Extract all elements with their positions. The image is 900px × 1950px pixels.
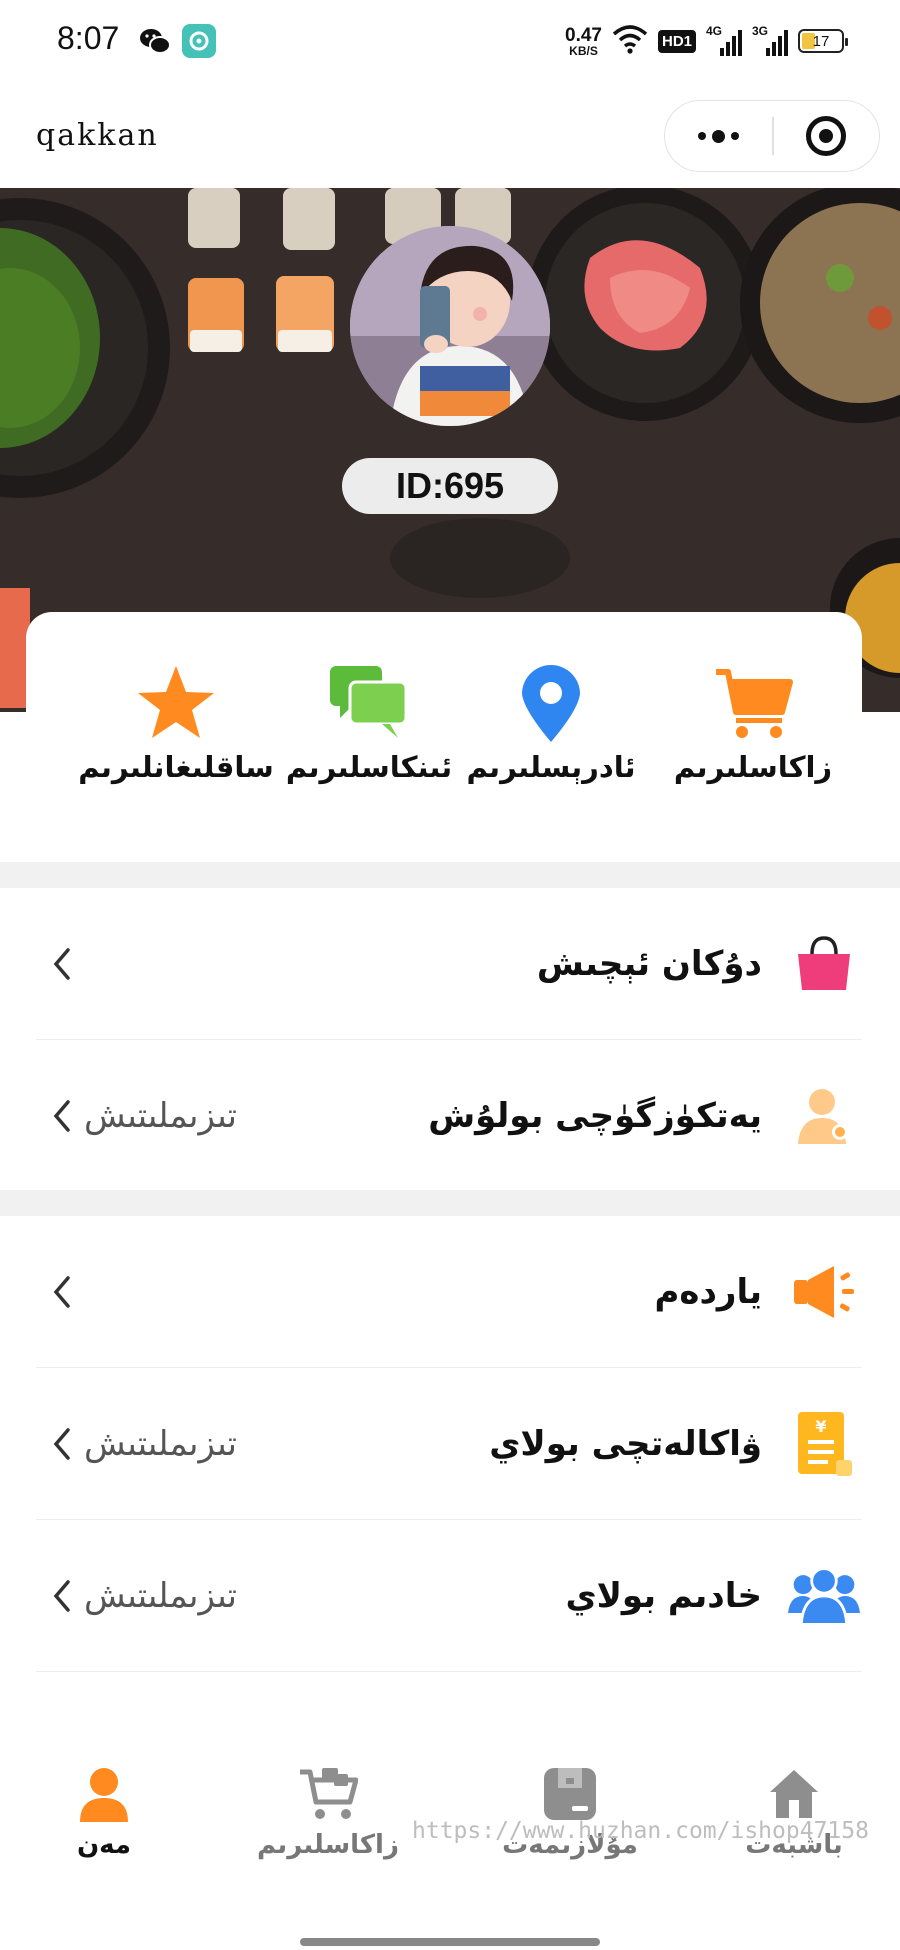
megaphone-icon [788, 1256, 860, 1328]
row-hint: تىزىملىتىش [84, 1424, 237, 1464]
row-title: ياردەم [654, 1272, 762, 1312]
quick-action-favorites[interactable]: ساقلىغانلىرىم [76, 662, 276, 802]
chevron-left-icon [53, 1100, 70, 1132]
mini-program-capsule [664, 100, 880, 172]
quick-action-label: ساقلىغانلىرىم [78, 750, 274, 784]
tab-label: زاكاسلىرىم [257, 1830, 399, 1860]
quick-action-label: ئىنكاسلىرىم [285, 750, 453, 784]
quick-action-label: زاكاسلىرىم [673, 750, 833, 784]
agent-document-icon: ¥ [788, 1408, 860, 1480]
bottom-tab-bar: مەن زاكاسلىرىم مۇلازىمەت باشبەت https://… [0, 1720, 900, 1950]
chevron-left-icon [53, 1580, 70, 1612]
nav-title: qakkan [36, 118, 159, 153]
quick-action-orders[interactable]: زاكاسلىرىم [653, 662, 853, 802]
profile-page: 8:07 0.47 KB/S HD1 4G 3G 17 qakkan ID:69… [0, 0, 900, 1950]
staff-group-icon [788, 1560, 860, 1632]
menu-row-help[interactable]: ياردەم [36, 1216, 862, 1368]
signal-3g-icon: 3G [752, 24, 788, 56]
wechat-icon [138, 24, 172, 58]
row-title: ۋاكالەتچى بولاي [489, 1424, 762, 1464]
quick-action-label: ئادرېسلىرىم [466, 750, 636, 784]
status-indicators: 0.47 KB/S HD1 4G 3G 17 [565, 22, 848, 60]
network-speed-unit: KB/S [569, 43, 598, 58]
svg-text:¥: ¥ [815, 1417, 826, 1436]
row-title: يەتكۈزگۈچى بولۇش [428, 1096, 762, 1136]
menu-row-become-agent[interactable]: تىزىملىتىش ۋاكالەتچى بولاي ¥ [36, 1368, 862, 1520]
watermark-text: https://www.huzhan.com/ishop47158 [412, 1818, 869, 1844]
hd-voice-badge: HD1 [657, 29, 696, 53]
user-icon [72, 1762, 136, 1826]
menu-row-become-staff[interactable]: تىزىملىتىش خادىم بولاي [36, 1520, 862, 1672]
home-indicator[interactable] [300, 1938, 600, 1946]
quick-action-addresses[interactable]: ئادرېسلىرىم [451, 662, 651, 802]
network-speed: 0.47 KB/S [565, 26, 602, 57]
chevron-left-icon [53, 1276, 70, 1308]
navigation-bar: qakkan [0, 80, 900, 188]
chat-bubbles-icon [328, 662, 410, 744]
service-box-icon [538, 1762, 602, 1826]
star-icon [135, 662, 217, 744]
quick-actions-card: زاكاسلىرىم ئادرېسلىرىم ئىنكاسلىرىم ساقلى… [26, 612, 862, 862]
cart-icon [712, 662, 794, 744]
user-id-badge: ID:695 [342, 458, 558, 514]
menu-row-open-shop[interactable]: دۇكان ئېچىش [36, 888, 862, 1040]
more-options-button[interactable] [665, 101, 772, 171]
cart-icon [296, 1762, 360, 1826]
message-app-icon [182, 24, 216, 58]
battery-icon: 17 [798, 29, 848, 53]
chevron-left-icon [53, 1428, 70, 1460]
home-icon [762, 1762, 826, 1826]
menu-row-become-courier[interactable]: تىزىملىتىش يەتكۈزگۈچى بولۇش [36, 1040, 862, 1192]
close-mini-program-button[interactable] [774, 101, 879, 171]
quick-action-comments[interactable]: ئىنكاسلىرىم [269, 662, 469, 802]
row-hint: تىزىملىتىش [84, 1096, 237, 1136]
tab-orders[interactable]: زاكاسلىرىم [228, 1762, 428, 1882]
network-speed-value: 0.47 [565, 24, 602, 46]
tab-me[interactable]: مەن [4, 1762, 204, 1882]
wifi-icon [612, 24, 648, 58]
signal-4g-label: 4G [706, 24, 723, 38]
signal-4g-icon: 4G [706, 24, 742, 56]
user-avatar[interactable] [350, 226, 550, 426]
handbag-icon [788, 928, 860, 1000]
location-pin-icon [510, 662, 592, 744]
section-divider [0, 1190, 900, 1216]
row-title: خادىم بولاي [565, 1576, 762, 1616]
status-bar: 8:07 0.47 KB/S HD1 4G 3G 17 [0, 0, 900, 80]
signal-3g-label: 3G [752, 24, 769, 38]
row-hint: تىزىملىتىش [84, 1576, 237, 1616]
courier-user-icon [788, 1080, 860, 1152]
row-title: دۇكان ئېچىش [536, 944, 762, 984]
tab-label: مەن [76, 1830, 132, 1860]
status-time: 8:07 [57, 20, 120, 56]
chevron-left-icon [53, 948, 70, 980]
battery-level: 17 [812, 32, 830, 50]
section-divider [0, 862, 900, 888]
